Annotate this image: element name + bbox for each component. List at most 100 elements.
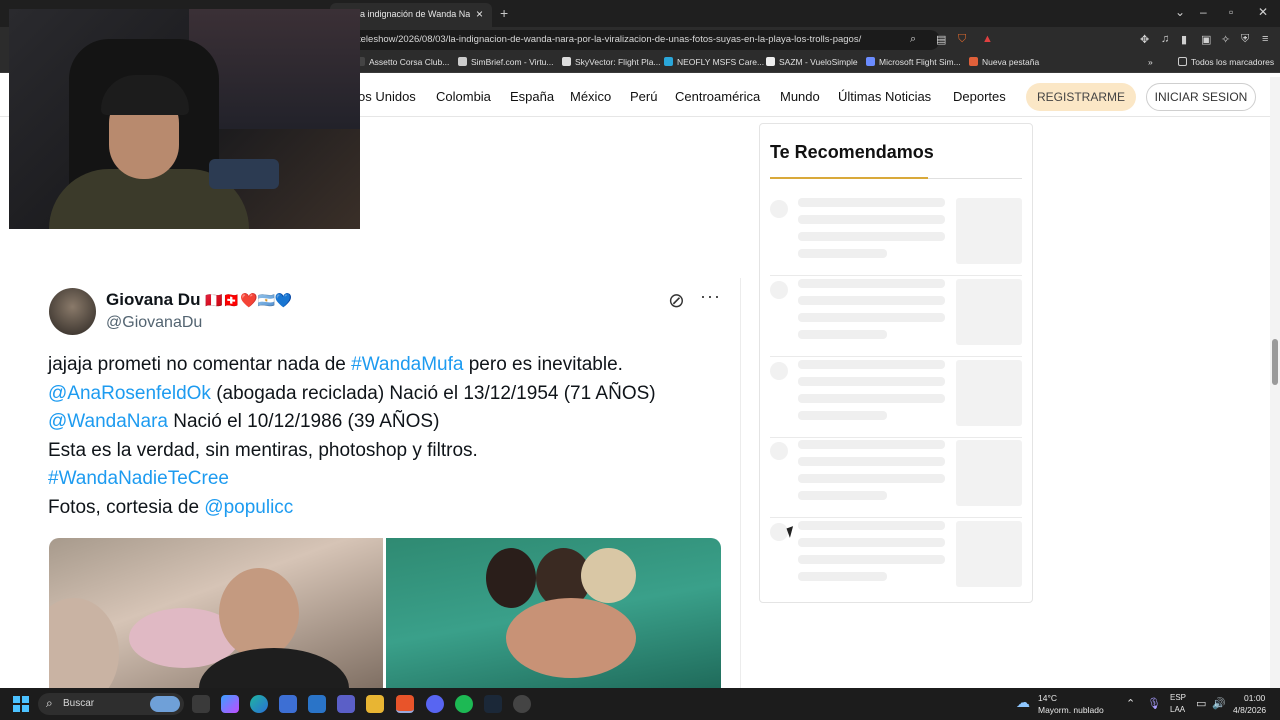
skeleton-thumbnail [956,279,1022,345]
nav-item-estados-unidos[interactable]: os Unidos [358,89,416,104]
mention-link[interactable]: @AnaRosenfeldOk [48,383,211,404]
webcam-overlay [9,9,360,229]
menu-icon[interactable]: ≡ [1262,33,1268,45]
url-text[interactable]: teleshow/2026/08/03/la-indignacion-de-wa… [358,34,861,45]
bookmark-item[interactable]: Microsoft Flight Sim... [866,57,961,67]
tweet-text-line: jajaja prometi no comentar nada de #Wand… [48,354,623,375]
skeleton-card [770,277,1022,357]
discord-icon[interactable] [426,695,444,713]
store-icon[interactable] [279,695,297,713]
minimize-icon[interactable]: – [1200,5,1207,19]
skeleton-line [798,249,887,258]
bookmark-item[interactable]: SimBrief.com - Virtu... [458,57,554,67]
search-icon: ⌕ [46,696,53,710]
outlook-icon[interactable] [308,695,326,713]
skeleton-line [798,474,945,483]
extensions-icon[interactable]: ✥ [1140,33,1149,46]
nav-item-mexico[interactable]: México [570,89,611,104]
windows-start-icon[interactable] [13,696,29,712]
tweet-text-line: Fotos, cortesia de @populicc [48,497,294,518]
bookmark-item[interactable]: SkyVector: Flight Pla... [562,57,661,67]
bookmark-item[interactable]: NEOFLY MSFS Care... [664,57,764,67]
avatar[interactable] [49,288,96,335]
keyboard-layout[interactable]: LAA [1170,705,1185,714]
nav-item-peru[interactable]: Perú [630,89,657,104]
clock-date[interactable]: 4/8/2026 [1233,705,1266,715]
skeleton-card [770,358,1022,438]
clock-time[interactable]: 01:00 [1244,693,1265,703]
tab-list-chevron-icon[interactable]: ⌄ [1175,5,1185,19]
media-icon[interactable]: ♫ [1161,33,1169,45]
nav-item-deportes[interactable]: Deportes [953,89,1006,104]
all-bookmarks-folder[interactable]: Todos los marcadores [1178,57,1274,67]
x-logo-icon[interactable]: ⊘ [668,288,685,313]
teams-icon[interactable] [337,695,355,713]
hashtag-link[interactable]: #WandaNadieTeCree [48,468,229,489]
hashtag-link[interactable]: #WandaMufa [351,354,463,375]
tab-close-icon[interactable]: × [476,7,483,21]
tweet-author-name[interactable]: Giovana Du 🇵🇪🇨🇭❤️🇦🇷💙 [106,290,292,310]
network-icon[interactable]: ▭ [1196,697,1206,710]
reader-mode-icon[interactable]: ▤ [936,33,946,46]
tweet-media[interactable] [49,538,721,690]
tweet-photo-beach[interactable] [49,538,383,690]
brave-icon[interactable] [396,695,414,713]
wallet-icon[interactable]: ▣ [1201,33,1211,46]
page-scrollbar[interactable] [1270,77,1280,688]
mention-link[interactable]: @WandaNara [48,411,168,432]
skeleton-line [798,313,945,322]
leo-ai-icon[interactable]: ✧ [1221,33,1230,46]
tweet-photo-sea[interactable] [386,538,721,690]
close-window-icon[interactable]: ✕ [1258,5,1268,19]
file-explorer-icon[interactable] [366,695,384,713]
register-button[interactable]: REGISTRARME [1026,83,1136,111]
new-tab-icon[interactable]: + [500,5,508,21]
bookmark-favicon-icon [664,57,673,66]
bookmark-item[interactable]: Assetto Corsa Club... [356,57,449,67]
input-language[interactable]: ESP [1170,693,1186,702]
skeleton-line [798,572,887,581]
weather-icon[interactable]: ☁ [1016,694,1030,711]
bookmark-item[interactable]: Nueva pestaña [969,57,1039,67]
microphone-icon[interactable]: 🎙 [1147,697,1161,710]
nav-item-espana[interactable]: España [510,89,554,104]
brave-shield-icon[interactable]: ⛉ [958,33,966,46]
weather-temperature[interactable]: 14°C [1038,693,1057,703]
sidebar-icon[interactable]: ▮ [1181,33,1187,46]
steam-icon[interactable] [484,695,502,713]
skeleton-line [798,279,945,288]
bookmark-item[interactable]: SAZM - VueloSimple [766,57,858,67]
nav-item-ultimas-noticias[interactable]: Últimas Noticias [838,89,931,104]
address-bar[interactable]: teleshow/2026/08/03/la-indignacion-de-wa… [300,30,940,50]
weather-description[interactable]: Mayorm. nublado [1038,705,1104,715]
skeleton-line [798,538,945,547]
column-divider [740,278,741,688]
restore-icon[interactable]: ▫ [1229,5,1233,19]
bookmark-favicon-icon [458,57,467,66]
nav-item-colombia[interactable]: Colombia [436,89,491,104]
nav-item-centroamerica[interactable]: Centroamérica [675,89,760,104]
brave-rewards-icon[interactable]: ▲ [982,33,993,45]
zoom-icon[interactable]: ⌕ [910,33,916,46]
edge-icon[interactable] [250,695,268,713]
volume-icon[interactable]: 🔊 [1212,697,1226,710]
taskbar-search[interactable]: ⌕ Buscar [38,693,184,715]
bookmarks-overflow-icon[interactable]: » [1148,57,1153,67]
skeleton-thumbnail [956,360,1022,426]
more-options-icon[interactable]: ··· [700,286,721,307]
nav-item-mundo[interactable]: Mundo [780,89,820,104]
mention-link[interactable]: @populicc [204,497,293,518]
copilot-icon[interactable] [221,695,239,713]
tray-overflow-chevron-icon[interactable]: ⌃ [1126,697,1135,710]
tweet-author-handle[interactable]: @GiovanaDu [106,314,202,332]
skeleton-line [798,394,945,403]
login-button[interactable]: INICIAR SESION [1146,83,1256,111]
skeleton-thumbnail [956,440,1022,506]
settings-gear-icon[interactable] [513,695,531,713]
scrollbar-thumb[interactable] [1272,339,1278,385]
spotify-icon[interactable] [455,695,473,713]
skeleton-line [798,457,945,466]
vpn-icon[interactable]: ⛨ [1241,33,1249,46]
embedded-tweet[interactable]: Giovana Du 🇵🇪🇨🇭❤️🇦🇷💙 @GiovanaDu ⊘ ··· ja… [36,280,736,690]
task-view-icon[interactable] [192,695,210,713]
